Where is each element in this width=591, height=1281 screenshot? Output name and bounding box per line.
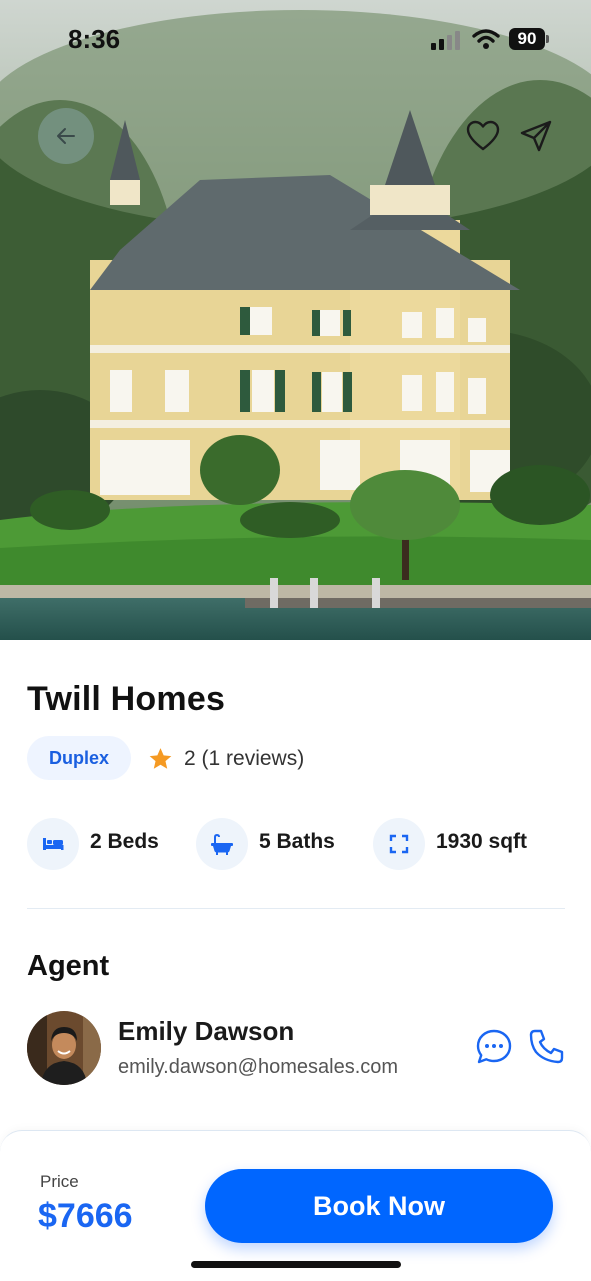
area-feature-icon [373, 818, 425, 870]
chat-bubble-icon [476, 1029, 512, 1064]
property-photo: 8:36 90 [0, 0, 591, 640]
signal-icon [431, 31, 460, 50]
favorite-button[interactable] [455, 108, 511, 164]
agent-email: emily.dawson@homesales.com [118, 1056, 399, 1078]
rating-text: 2 (1 reviews) [184, 747, 305, 770]
bed-icon [43, 838, 64, 850]
book-now-button[interactable]: Book Now [205, 1169, 553, 1243]
status-bar: 8:36 90 [0, 0, 591, 80]
battery-tip [546, 35, 549, 43]
agent-avatar[interactable] [27, 1011, 101, 1085]
star-icon [149, 748, 172, 769]
message-agent-button[interactable] [474, 1027, 514, 1067]
back-button[interactable] [38, 108, 94, 164]
beds-label: 2 Beds [90, 830, 159, 853]
agent-heading: Agent [27, 950, 110, 982]
price-label: Price [40, 1172, 79, 1191]
section-divider [27, 908, 565, 909]
wifi-icon [472, 29, 500, 49]
send-icon [520, 120, 552, 152]
arrow-left-icon [57, 128, 75, 144]
status-time: 8:36 [68, 24, 121, 54]
battery-indicator: 90 [509, 28, 545, 50]
property-title: Twill Homes [27, 680, 226, 718]
baths-feature-icon [196, 818, 248, 870]
agent-name: Emily Dawson [118, 1016, 295, 1046]
property-type-badge: Duplex [27, 736, 131, 780]
area-label: 1930 sqft [436, 830, 528, 853]
area-expand-icon [389, 834, 409, 854]
baths-label: 5 Baths [259, 830, 335, 853]
price-value: $7666 [38, 1197, 133, 1235]
bathtub-icon [211, 833, 233, 855]
phone-icon [529, 1029, 564, 1064]
home-indicator[interactable] [191, 1261, 401, 1268]
share-button[interactable] [508, 108, 564, 164]
heart-icon [466, 120, 500, 151]
call-agent-button[interactable] [527, 1027, 567, 1067]
beds-feature-icon [27, 818, 79, 870]
